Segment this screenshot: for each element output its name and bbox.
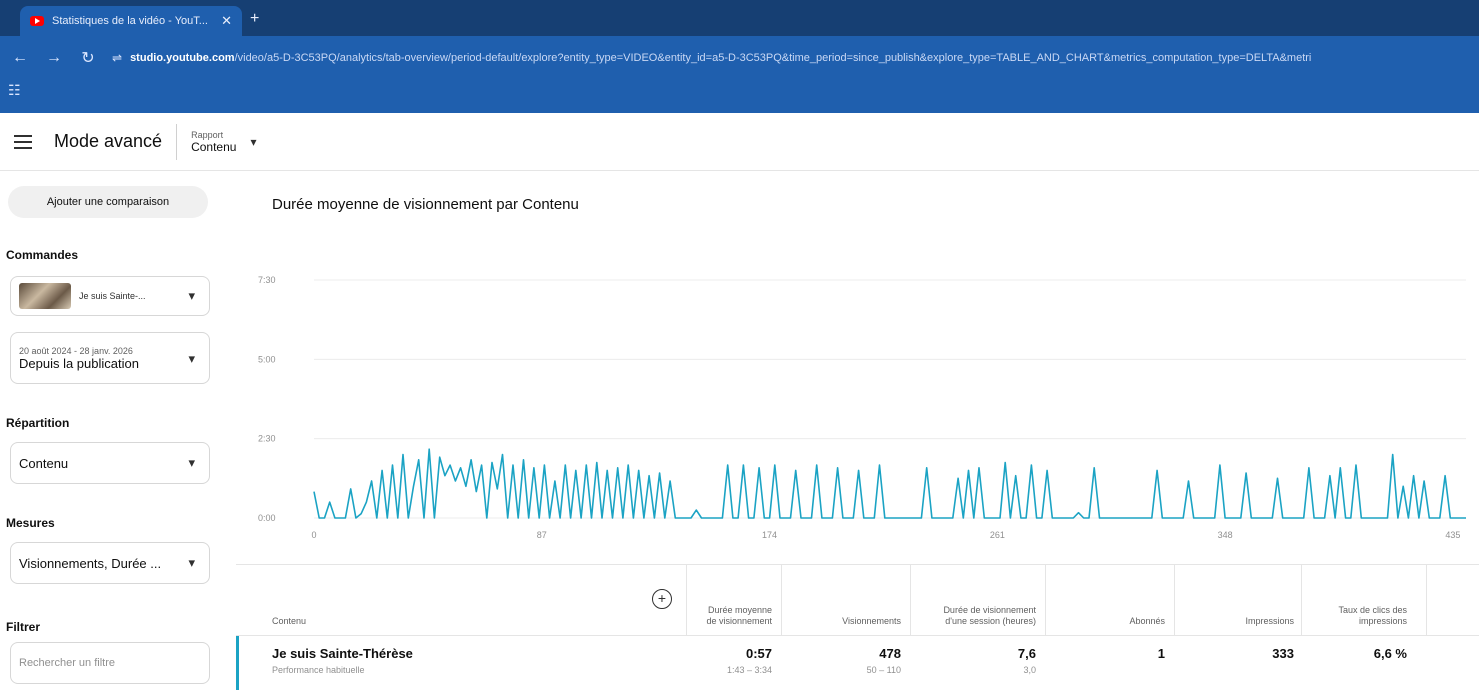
cell-value: 6,6 % [1373,646,1407,661]
add-column-icon[interactable]: + [652,589,672,609]
commandes-title: Commandes [6,248,79,262]
date-range: 20 août 2024 - 28 janv. 2026 [19,345,133,356]
youtube-favicon-icon [30,16,44,26]
tab-title: Statistiques de la vidéo - YouT... [52,15,208,27]
video-select-label: Je suis Sainte-... [79,291,146,301]
header-subscribers[interactable]: Abonnés [1055,565,1165,635]
y-tick-label: 5:00 [258,354,276,364]
filtrer-title: Filtrer [6,620,41,634]
x-tick-label: 261 [990,530,1005,540]
repartition-value: Contenu [19,455,69,471]
repartition-select[interactable]: Contenu ▾ [10,442,210,484]
x-tick-label: 0 [311,530,316,540]
video-thumbnail [19,283,71,309]
cell-session-duration: 7,6 3,0 [940,646,1036,675]
y-tick-label: 2:30 [258,434,276,444]
x-tick-label: 87 [537,530,547,540]
cell-range: 1:43 – 3:34 [726,665,772,675]
header-views[interactable]: Visionnements [791,565,901,635]
divider [781,565,782,635]
divider [686,565,687,635]
data-table: Contenu + Durée moyenne de visionnement … [236,564,1479,690]
forward-icon[interactable]: → [40,49,68,67]
cell-impressions: 333 [1184,646,1294,661]
mesures-select[interactable]: Visionnements, Durée ... ▾ [10,542,210,584]
divider [1045,565,1046,635]
divider [1426,565,1427,635]
chevron-down-icon: ▾ [188,288,195,303]
sidebar: Ajouter une comparaison Commandes Je sui… [0,172,236,690]
row-title[interactable]: Je suis Sainte-Thérèse [272,646,413,661]
mesures-title: Mesures [6,516,55,530]
mesures-value: Visionnements, Durée ... [19,555,162,571]
cell-range: 3,0 [1023,665,1036,675]
video-select[interactable]: Je suis Sainte-... ▾ [10,276,210,316]
divider [910,565,911,635]
date-range-select[interactable]: 20 août 2024 - 28 janv. 2026 Depuis la p… [10,332,210,384]
url-path: /video/a5-D-3C53PQ/analytics/tab-overvie… [234,52,1312,64]
cell-avg-duration: 0:57 1:43 – 3:34 [696,646,772,675]
row-subtitle: Performance habituelle [272,665,365,675]
y-tick-label: 7:30 [258,275,276,285]
table-row[interactable]: Je suis Sainte-Thérèse Performance habit… [236,635,1479,690]
filter-placeholder: Rechercher un filtre [19,657,115,669]
line-chart: 0:00 2:30 5:00 7:30 0 87 174 261 348 435 [258,275,1466,540]
x-tick-label: 348 [1218,530,1233,540]
cell-value: 333 [1272,646,1294,661]
new-tab-icon[interactable]: + [250,10,259,28]
x-tick-label: 174 [762,530,777,540]
chart-title: Durée moyenne de visionnement par Conten… [272,196,579,213]
header-avg-duration[interactable]: Durée moyenne de visionnement [696,565,772,635]
url-host: studio.youtube.com [130,52,235,64]
filter-input[interactable]: Rechercher un filtre [10,642,210,684]
report-label: Rapport [191,129,224,140]
chevron-down-icon: ▾ [188,455,195,470]
report-selector[interactable]: Rapport Contenu [191,130,236,154]
back-icon[interactable]: ← [6,49,34,67]
cell-value: 7,6 [1017,646,1036,661]
address-bar[interactable]: ⇌ studio.youtube.com/video/a5-D-3C53PQ/a… [100,42,1479,74]
page-title: Mode avancé [54,131,163,151]
row-marker [236,636,239,690]
navigation-bar: ← → ↻ ⇌ studio.youtube.com/video/a5-D-3C… [0,36,1479,80]
bookmarks-icon[interactable]: ☷ [8,82,21,99]
close-tab-icon[interactable]: ✕ [221,13,232,29]
chevron-down-icon[interactable]: ▾ [250,135,256,149]
main-content: Durée moyenne de visionnement par Conten… [236,172,1479,690]
header-session-duration[interactable]: Durée de visionnement d'une session (heu… [940,565,1036,635]
cell-range: 50 – 110 [866,665,901,675]
cell-views: 478 50 – 110 [791,646,901,675]
report-value: Contenu [191,139,237,154]
divider [1174,565,1175,635]
cell-value: 0:57 [745,646,772,661]
header-ctr[interactable]: Taux de clics des impressions [1311,565,1407,635]
series-line[interactable] [313,448,1466,519]
x-tick-label: 435 [1445,530,1460,540]
browser-tab[interactable]: Statistiques de la vidéo - YouT... ✕ [20,6,242,36]
cell-subscribers: 1 [1055,646,1165,661]
tab-strip: Statistiques de la vidéo - YouT... ✕ + [0,0,1479,36]
header-impressions[interactable]: Impressions [1184,565,1294,635]
reload-icon[interactable]: ↻ [74,48,102,68]
menu-icon[interactable] [14,134,32,149]
cell-ctr: 6,6 % [1311,646,1407,661]
divider [176,123,178,160]
app-header: Mode avancé Rapport Contenu ▾ [0,113,1479,171]
chevron-down-icon: ▾ [188,555,195,570]
browser-chrome: Statistiques de la vidéo - YouT... ✕ + ←… [0,0,1479,113]
repartition-title: Répartition [6,416,70,430]
chevron-down-icon: ▾ [188,351,195,366]
cell-value: 1 [1157,646,1165,661]
site-info-icon[interactable]: ⇌ [112,51,122,65]
header-contenu[interactable]: Contenu [272,565,432,635]
y-tick-label: 0:00 [258,513,276,523]
divider [1301,565,1302,635]
add-comparison-button[interactable]: Ajouter une comparaison [8,186,208,218]
cell-value: 478 [879,646,901,661]
period-label: Depuis la publication [19,355,139,371]
